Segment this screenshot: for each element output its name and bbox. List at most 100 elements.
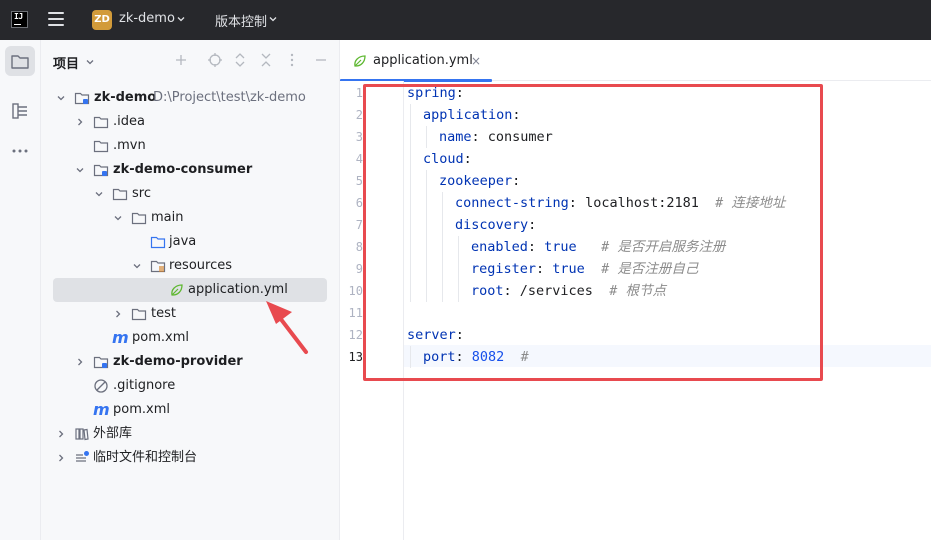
line-number: 2 [355, 108, 363, 122]
chevron-down-icon[interactable] [113, 213, 123, 223]
ignore-file-icon [94, 379, 108, 393]
tree-label: pom.xml [132, 330, 189, 345]
logo-bar [14, 23, 21, 25]
line-number: 11 [348, 306, 363, 320]
expand-all-icon[interactable] [232, 52, 248, 68]
project-badge[interactable]: ZD [92, 10, 112, 30]
tree-label: src [132, 186, 151, 201]
resources-folder-icon [150, 260, 166, 273]
tree-label: 外部库 [93, 426, 133, 441]
vcs-menu[interactable]: 版本控制 [215, 11, 267, 30]
line-number: 4 [355, 152, 363, 166]
annotation-arrow [266, 301, 308, 354]
line-number: 8 [355, 240, 363, 254]
editor-tab-bar: application.yml × [340, 40, 931, 82]
line-number: 3 [355, 130, 363, 144]
line-number: 6 [355, 196, 363, 210]
tree-label: .gitignore [113, 378, 176, 393]
panel-title[interactable]: 项目 [53, 53, 79, 72]
tree-path: D:\Project\test\zk-demo [153, 90, 306, 105]
line-number-current: 13 [348, 350, 363, 364]
chevron-down-icon[interactable] [75, 165, 85, 175]
tree-label: resources [169, 258, 233, 273]
module-folder-icon [74, 92, 90, 105]
line-number: 10 [348, 284, 363, 298]
chevron-down-icon[interactable] [94, 189, 104, 199]
tree-label: main [151, 210, 184, 225]
tree-item-scratches[interactable]: 临时文件和控制台 [41, 446, 340, 470]
tree-label: .mvn [113, 138, 146, 153]
tool-window-strip [0, 40, 41, 540]
main-menu-icon[interactable] [48, 12, 66, 28]
chevron-right-icon[interactable] [113, 309, 123, 319]
line-number: 7 [355, 218, 363, 232]
folder-icon [93, 140, 109, 153]
structure-icon [12, 103, 27, 119]
module-folder-icon [93, 164, 109, 177]
library-icon [75, 428, 89, 441]
folder-icon [112, 188, 128, 201]
tree-label: zk-demo-consumer [113, 162, 253, 177]
chevron-down-icon[interactable] [268, 14, 278, 24]
locate-icon[interactable] [207, 52, 223, 68]
tab-application-yml[interactable]: application.yml × [340, 40, 492, 82]
intellij-logo-icon[interactable]: IJ [11, 11, 28, 28]
spring-leaf-icon [354, 55, 366, 67]
tree-item-gitignore[interactable]: .gitignore [41, 374, 340, 398]
line-number: 1 [355, 86, 363, 100]
tree-item-external-libraries[interactable]: 外部库 [41, 422, 340, 446]
scratches-icon [76, 451, 89, 462]
folder-icon [93, 116, 109, 129]
tree-item-idea[interactable]: .idea [41, 110, 340, 134]
tree-item-zk-demo[interactable]: zk-demo D:\Project\test\zk-demo [41, 86, 340, 110]
project-switcher[interactable]: zk-demo [119, 11, 175, 26]
annotation-box [363, 84, 823, 381]
more-tools-button[interactable] [5, 136, 35, 166]
chevron-right-icon[interactable] [75, 357, 85, 367]
more-icon [12, 149, 28, 153]
folder-icon [11, 55, 29, 69]
hide-panel-icon[interactable] [313, 52, 329, 68]
maven-icon: m [112, 328, 129, 347]
spring-leaf-icon [171, 284, 183, 296]
tree-item-resources[interactable]: resources [41, 254, 340, 278]
folder-icon [131, 308, 147, 321]
chevron-right-icon[interactable] [56, 453, 66, 463]
tree-label: test [151, 306, 176, 321]
tree-label: zk-demo-provider [113, 354, 243, 369]
project-panel: 项目 zk-demo D:\Project\test\zk-demo .idea… [41, 40, 340, 540]
tree-item-src[interactable]: src [41, 182, 340, 206]
tree-item-root-pom-xml[interactable]: m pom.xml [41, 398, 340, 422]
module-folder-icon [93, 356, 109, 369]
project-tool-button[interactable] [5, 46, 35, 76]
chevron-down-icon[interactable] [176, 14, 186, 24]
collapse-all-icon[interactable] [258, 52, 274, 68]
close-icon[interactable]: × [471, 54, 481, 68]
logo-text: IJ [14, 12, 23, 21]
structure-tool-button[interactable] [5, 96, 35, 126]
tree-label: java [169, 234, 197, 249]
line-number: 12 [348, 328, 363, 342]
tree-item-main[interactable]: main [41, 206, 340, 230]
tree-label: .idea [113, 114, 145, 129]
line-number: 5 [355, 174, 363, 188]
maven-icon: m [93, 400, 110, 419]
chevron-right-icon[interactable] [75, 117, 85, 127]
tree-label: 临时文件和控制台 [93, 450, 198, 465]
chevron-right-icon[interactable] [56, 429, 66, 439]
title-bar: IJ ZD zk-demo 版本控制 [0, 0, 931, 40]
options-icon[interactable] [284, 52, 300, 68]
line-number: 9 [355, 262, 363, 276]
tree-item-java[interactable]: java [41, 230, 340, 254]
add-icon[interactable] [173, 52, 189, 68]
chevron-down-icon[interactable] [85, 57, 95, 67]
chevron-down-icon[interactable] [132, 261, 142, 271]
folder-icon [131, 212, 147, 225]
tree-item-zk-demo-consumer[interactable]: zk-demo-consumer [41, 158, 340, 182]
tree-label: pom.xml [113, 402, 170, 417]
chevron-down-icon[interactable] [56, 93, 66, 103]
tree-item-mvn[interactable]: .mvn [41, 134, 340, 158]
source-folder-icon [150, 236, 166, 249]
tree-label: zk-demo [94, 90, 157, 105]
tab-label: application.yml [373, 53, 473, 68]
